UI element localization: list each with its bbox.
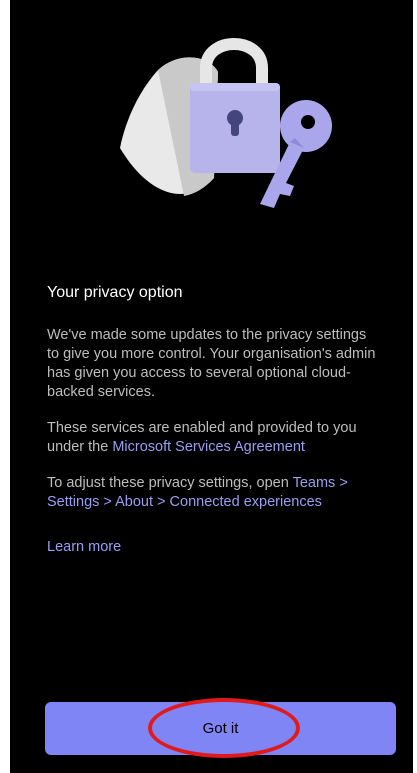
learn-more-link[interactable]: Learn more xyxy=(47,538,121,557)
privacy-content: Your privacy option We've made some upda… xyxy=(47,282,382,557)
privacy-illustration xyxy=(120,38,332,208)
services-agreement-link[interactable]: Microsoft Services Agreement xyxy=(112,439,305,455)
privacy-screen: Your privacy option We've made some upda… xyxy=(10,0,413,773)
updates-paragraph: We've made some updates to the privacy s… xyxy=(47,327,376,400)
page-title: Your privacy option xyxy=(47,284,183,301)
padlock-icon xyxy=(190,38,280,173)
services-paragraph: These services are enabled and provided … xyxy=(47,419,382,457)
adjust-paragraph: To adjust these privacy settings, open T… xyxy=(47,474,382,512)
got-it-button[interactable]: Got it xyxy=(45,702,396,755)
adjust-text: To adjust these privacy settings, open xyxy=(47,475,293,491)
